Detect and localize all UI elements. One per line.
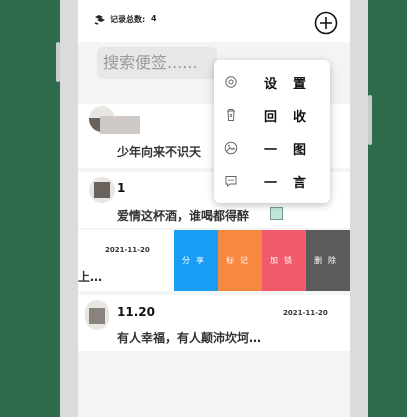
lock-button[interactable]: 加锁 [262, 230, 306, 291]
note-title: 11.20 [117, 305, 155, 319]
menu-item-label: 设置 [264, 77, 323, 92]
menu-item-settings[interactable]: 设置 [214, 66, 330, 98]
menu-item-recycle[interactable]: 回收 [214, 99, 330, 131]
add-icon[interactable] [314, 11, 338, 35]
menu-item-label: 一言 [264, 176, 323, 191]
note-body: 爱情这杯酒，谁喝都得醉 [117, 209, 250, 223]
mark-button[interactable]: 标记 [218, 230, 262, 291]
note-date: 2021-11-20 [283, 309, 328, 317]
record-count-label: 记录总数: [110, 15, 146, 24]
menu-item-image[interactable]: 一图 [214, 132, 330, 164]
search-input[interactable]: 搜索便签...... [97, 47, 217, 79]
gear-icon [225, 76, 237, 88]
note-date: 2021-11-20 [105, 246, 150, 254]
menu-item-label: 回收 [264, 110, 323, 125]
menu-item-label: 一图 [264, 143, 323, 158]
avatar [85, 300, 109, 330]
phone-side-button [368, 95, 372, 145]
trash-icon [227, 109, 235, 121]
avatar-blur [100, 116, 140, 134]
share-button[interactable]: 分享 [174, 230, 218, 291]
note-body: 上… [78, 270, 103, 284]
avatar [89, 177, 115, 203]
popup-menu: 设置 回收 一图 一言 [214, 60, 330, 203]
message-icon [225, 176, 237, 188]
note-body: 有人幸福，有人颠沛坎坷… [117, 331, 262, 345]
emoji-icon [270, 207, 283, 220]
note-body: 少年向来不识天 [117, 145, 202, 159]
delete-button[interactable]: 删除 [306, 230, 350, 291]
menu-item-quote[interactable]: 一言 [214, 165, 330, 197]
record-count-value: 4 [151, 14, 157, 23]
note-title: 1 [117, 181, 126, 195]
record-icon [94, 15, 105, 25]
phone-side-button [56, 42, 60, 82]
image-icon [224, 141, 238, 155]
